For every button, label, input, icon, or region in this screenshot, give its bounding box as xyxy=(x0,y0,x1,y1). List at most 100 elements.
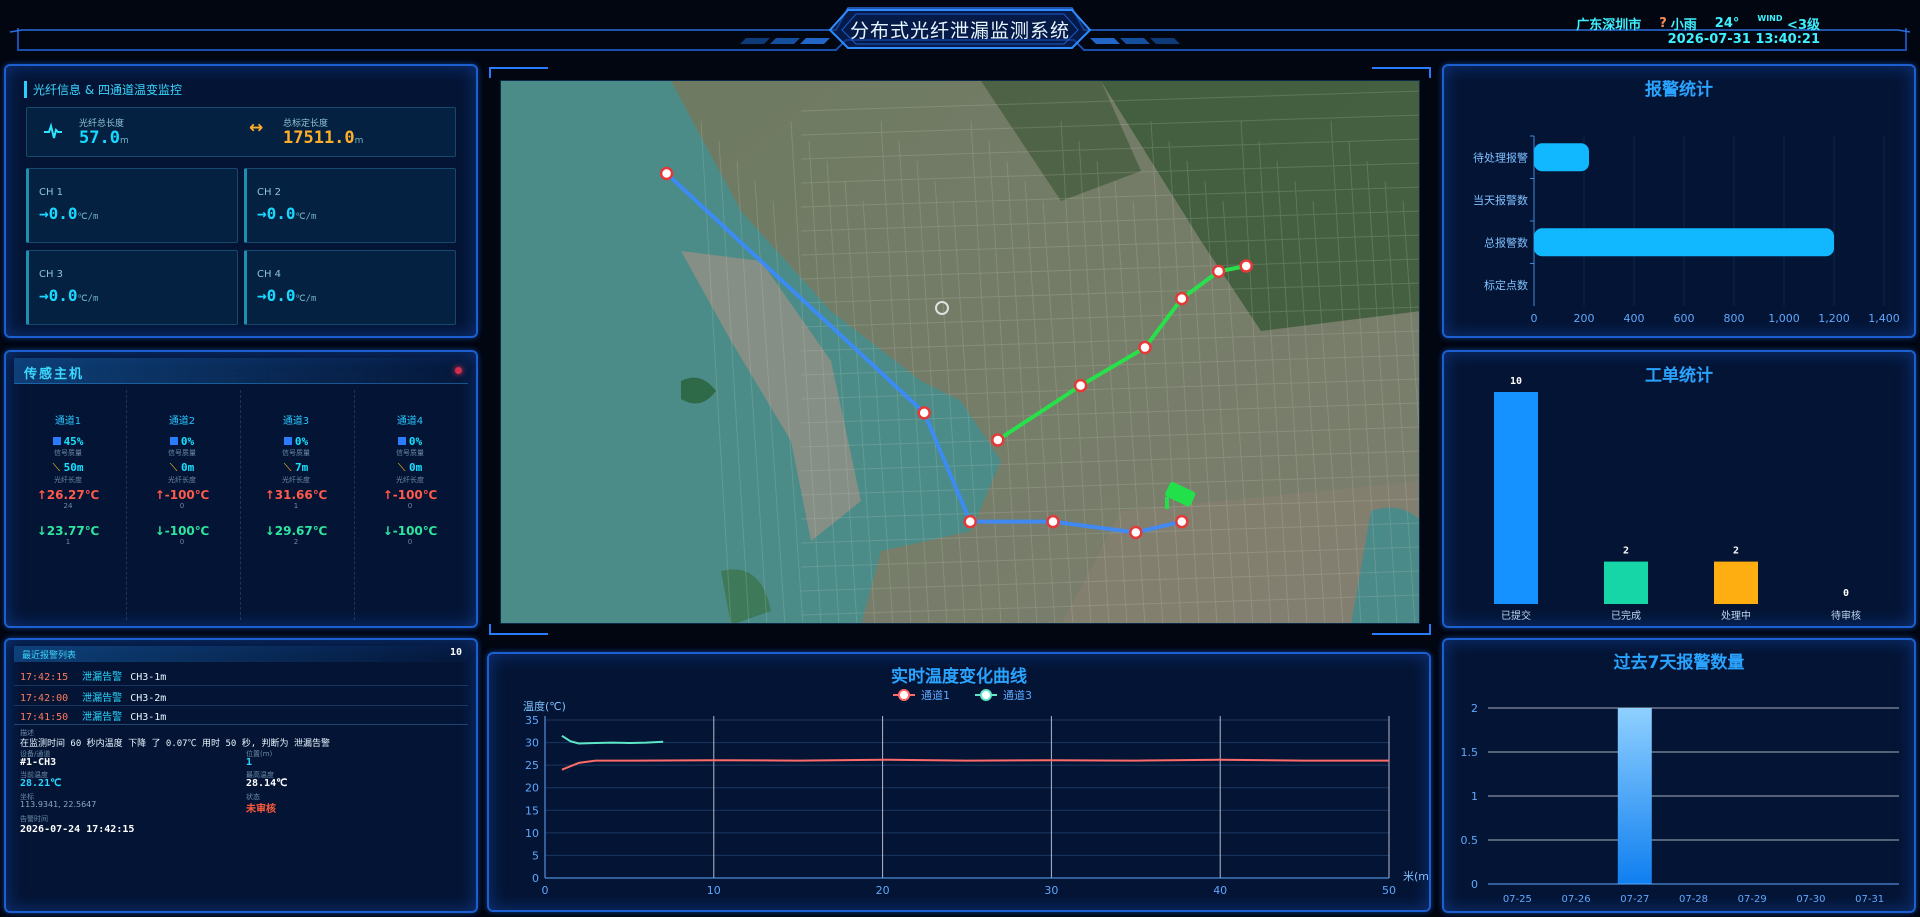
channel-name: CH 1 xyxy=(39,187,64,198)
x-tick-label: 07-26 xyxy=(1562,894,1591,905)
bar xyxy=(1604,561,1648,604)
week-stats-chart: 0 0.5 1 1.5 2 07-25 07-26 07-27 07-28 07-29 07-30 0… xyxy=(1461,702,1899,905)
datetime-label: 2026-07-31 13:40:21 xyxy=(1667,32,1820,47)
host-channel-1: 通道1 45% 信号质量 ⟍ 50m 光纤长度 ↑26.27℃ 24 ↓23.7… xyxy=(12,412,124,546)
alarm-max-temp: 28.14℃ xyxy=(246,778,288,789)
host-length-label: 光纤长度 xyxy=(54,476,82,484)
alarm-stats-chart: 0 200 400 600 800 1,000 1,200 1,400 待处理报警当天报警数总报… xyxy=(1473,135,1900,325)
channel-value: →0.0 xyxy=(39,286,78,305)
host-channel-name: 通道3 xyxy=(282,416,310,427)
alarm-row[interactable]: 17:41:50 泄漏告警 CH3-1m xyxy=(20,708,166,723)
alarm-host: #1-CH3 xyxy=(20,757,57,768)
bar-value-label: 10 xyxy=(1510,376,1522,387)
host-max-pos: 0 xyxy=(179,502,185,510)
map-marker[interactable] xyxy=(917,406,931,420)
alarm-stats-panel: 报警统计 0 200 400 600 800 1,000 1,200 1,400 待处理报警 当天… xyxy=(1442,64,1916,338)
x-tick-label: 30 xyxy=(1044,884,1058,897)
host-title: 传感主机 xyxy=(24,367,85,382)
x-tick-label: 40 xyxy=(1213,884,1227,897)
series-line-2 xyxy=(561,734,664,745)
calibration-icon: ↔ xyxy=(249,118,264,138)
map-marker[interactable] xyxy=(1073,378,1088,393)
map-marker[interactable] xyxy=(1211,264,1226,279)
host-min-temp: ↓23.77℃ xyxy=(36,524,100,538)
y-tick-label: 20 xyxy=(525,782,539,795)
legend-item[interactable]: 通道3 xyxy=(975,688,1032,702)
host-signal: 0% xyxy=(294,435,309,448)
svg-text:通道1: 通道1 xyxy=(921,688,950,702)
x-tick-label: 50 xyxy=(1382,884,1396,897)
x-tick-label: 1,200 xyxy=(1818,312,1850,325)
map-marker[interactable] xyxy=(1046,514,1060,529)
weather-bar: 广东深圳市 ? 小雨 24° WIND <3级 xyxy=(1576,14,1820,33)
host-signal-label: 信号质量 xyxy=(168,449,196,457)
channel-card-2: CH 2 →0.0℃/m xyxy=(244,168,456,243)
host-length: 7m xyxy=(294,461,309,474)
y-tick-label: 30 xyxy=(525,737,539,750)
x-tick-label: 07-30 xyxy=(1796,894,1825,905)
alarm-row[interactable]: 17:42:00 泄漏告警 CH3-2m xyxy=(20,689,166,704)
temp-chart-panel: 实时温度变化曲线 温度(℃)米(m)0510152025303501020304… xyxy=(487,652,1431,912)
alarm-list-title: 最近报警列表 xyxy=(22,651,77,661)
host-signal-label: 信号质量 xyxy=(282,449,310,457)
temperature-label: 24° xyxy=(1714,16,1740,31)
host-length-label: 光纤长度 xyxy=(396,476,424,484)
y-tick-label: 0 xyxy=(1471,878,1478,891)
map-marker[interactable] xyxy=(991,433,1005,447)
x-tick-label: 07-29 xyxy=(1738,894,1767,905)
category-label: 当天报警数 xyxy=(1473,193,1528,207)
alarm-row[interactable]: 17:42:15 泄漏告警 CH3-1m xyxy=(20,668,166,683)
channel-value: →0.0 xyxy=(257,204,296,223)
y-tick-label: 0 xyxy=(532,872,539,885)
host-min-pos: 0 xyxy=(407,538,413,546)
host-signal: 0% xyxy=(408,435,423,448)
host-status-dot xyxy=(455,367,462,374)
x-tick-label: 07-27 xyxy=(1620,894,1649,905)
bar xyxy=(1534,143,1589,172)
rain-icon: ? xyxy=(1659,16,1667,31)
x-axis-label: 米(m) xyxy=(1403,870,1429,883)
channel-unit: ℃/m xyxy=(295,294,317,304)
signal-icon xyxy=(283,437,292,445)
calibrated-length-unit: m xyxy=(354,136,364,146)
legend-item[interactable]: 通道1 xyxy=(893,688,950,702)
fiber-icon: ⟍ xyxy=(169,461,178,474)
x-tick-label: 200 xyxy=(1574,312,1595,325)
host-min-temp: ↓29.67℃ xyxy=(264,524,328,538)
map-marker[interactable] xyxy=(1175,291,1189,306)
x-tick-label: 1,400 xyxy=(1868,312,1900,325)
host-title-bar: 传感主机 xyxy=(14,358,468,384)
satellite-map[interactable] xyxy=(500,80,1420,624)
map-marker[interactable] xyxy=(659,166,674,181)
y-axis-label: 温度(℃) xyxy=(523,699,566,713)
fiber-section-title: 光纤信息 & 四通道温变监控 xyxy=(24,81,182,98)
channel-unit: ℃/m xyxy=(77,212,99,222)
map-marker[interactable] xyxy=(1239,259,1253,273)
bar xyxy=(1494,392,1538,604)
host-channel-4: 通道4 0% 信号质量 ⟍ 0m 光纤长度 ↑-100℃ 0 ↓-100℃ 0 xyxy=(354,412,466,546)
fiber-total-length-value: 57.0 xyxy=(79,128,120,148)
host-channel-name: 通道2 xyxy=(168,416,196,427)
map-marker[interactable] xyxy=(1138,340,1152,355)
y-tick-label: 5 xyxy=(532,849,539,862)
channel-card-1: CH 1 →0.0℃/m xyxy=(26,168,238,243)
host-min-temp: ↓-100℃ xyxy=(382,524,438,538)
host-max-temp: ↑26.27℃ xyxy=(36,488,100,502)
map-marker[interactable] xyxy=(963,514,977,529)
category-label: 标定点数 xyxy=(1484,278,1528,292)
category-label: 待处理报警 xyxy=(1473,150,1528,164)
category-label: 总报警数 xyxy=(1484,235,1528,249)
x-tick-label: 10 xyxy=(707,884,721,897)
map-canvas[interactable] xyxy=(501,81,1420,624)
host-min-temp: ↓-100℃ xyxy=(154,524,210,538)
y-tick-label: 2 xyxy=(1471,702,1478,715)
host-length: 0m xyxy=(408,461,423,474)
x-tick-label: 400 xyxy=(1624,312,1645,325)
category-label: 待审核 xyxy=(1831,609,1861,622)
map-marker[interactable] xyxy=(1175,514,1189,529)
channel-unit: ℃/m xyxy=(295,212,317,222)
map-marker[interactable] xyxy=(1129,525,1143,540)
calibrated-length-value: 17511.0 xyxy=(283,128,355,148)
fiber-panel: 光纤信息 & 四通道温变监控 光纤总长度 57.0m ↔ 总标定长度 17511… xyxy=(4,64,478,338)
alarm-pos: 1 xyxy=(246,757,253,768)
